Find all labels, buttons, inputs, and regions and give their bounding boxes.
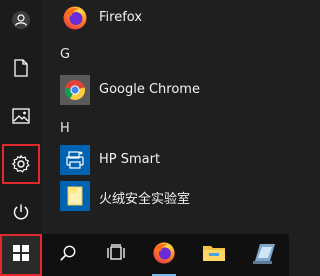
- taskbar-file-explorer[interactable]: [196, 234, 232, 276]
- app-label: 火绒安全实验室: [99, 192, 191, 207]
- search-icon: [59, 244, 77, 266]
- task-view-icon: [106, 244, 126, 266]
- chrome-icon: [60, 75, 90, 105]
- taskbar-app[interactable]: [246, 234, 282, 276]
- windows-logo-icon: [13, 245, 29, 265]
- file-explorer-icon: [202, 243, 226, 267]
- settings-button[interactable]: [2, 144, 40, 184]
- pictures-button[interactable]: [0, 96, 42, 136]
- firefox-icon: [152, 241, 176, 269]
- taskbar-firefox[interactable]: [146, 234, 182, 276]
- hp-smart-icon: [60, 145, 90, 175]
- list-item-huorong[interactable]: 火绒安全实验室: [42, 178, 289, 214]
- section-header-label: H: [60, 120, 70, 136]
- taskbar: [0, 234, 289, 276]
- section-header-h[interactable]: H: [42, 118, 289, 138]
- power-icon: [12, 203, 30, 221]
- search-button[interactable]: [50, 234, 86, 276]
- app-icon: [251, 241, 277, 269]
- app-label: HP Smart: [99, 152, 161, 167]
- section-header-label: G: [60, 46, 71, 62]
- app-list: Firefox G Google Chrome H HP Smart 火绒安全实…: [42, 0, 289, 234]
- app-label: Google Chrome: [99, 82, 200, 97]
- list-item-google-chrome[interactable]: Google Chrome: [42, 72, 289, 108]
- task-view-button[interactable]: [98, 234, 134, 276]
- user-icon: [11, 10, 31, 30]
- app-label: Firefox: [99, 10, 143, 25]
- start-menu-rail: [0, 0, 42, 234]
- section-header-g[interactable]: G: [42, 44, 289, 64]
- power-button[interactable]: [0, 192, 42, 232]
- documents-button[interactable]: [0, 48, 42, 88]
- firefox-icon: [60, 3, 90, 33]
- settings-icon: [11, 154, 31, 174]
- documents-icon: [13, 59, 29, 77]
- list-item-firefox[interactable]: Firefox: [42, 0, 289, 36]
- start-button[interactable]: [0, 234, 42, 276]
- list-item-hp-smart[interactable]: HP Smart: [42, 142, 289, 178]
- user-account-button[interactable]: [0, 0, 42, 40]
- folder-icon: [60, 181, 90, 211]
- pictures-icon: [12, 108, 30, 124]
